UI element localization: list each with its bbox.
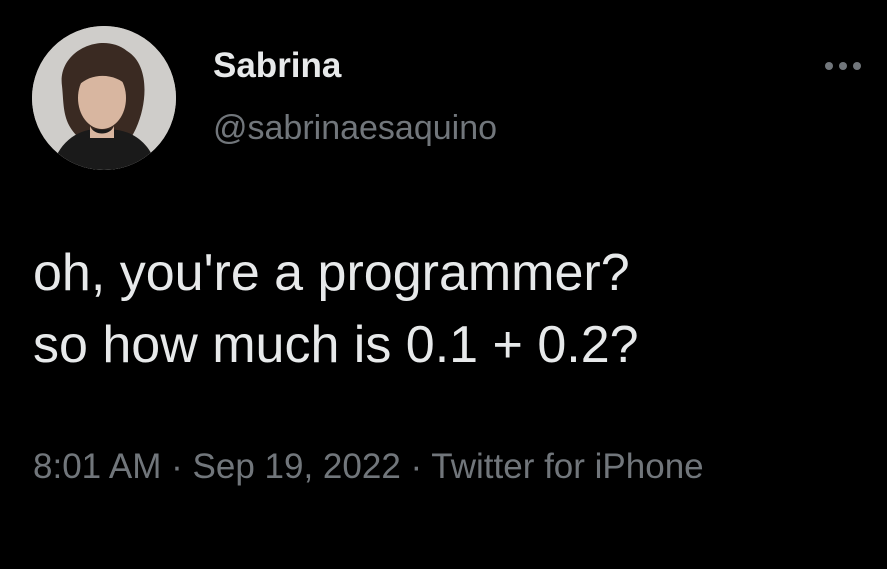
author-handle[interactable]: @sabrinaesaquino — [213, 106, 497, 150]
tweet-text-line: oh, you're a programmer? — [33, 244, 630, 302]
avatar-photo-icon — [32, 26, 176, 170]
tweet-text-line: so how much is 0.1 + 0.2? — [33, 316, 639, 374]
tweet-time[interactable]: 8:01 AM — [33, 447, 161, 486]
user-avatar[interactable] — [32, 26, 176, 170]
author-display-name[interactable]: Sabrina — [213, 44, 341, 88]
tweet-metadata: 8:01 AM · Sep 19, 2022 · Twitter for iPh… — [33, 438, 793, 496]
meta-separator: · — [410, 447, 432, 486]
tweet-source[interactable]: Twitter for iPhone — [431, 447, 703, 486]
more-options-icon — [825, 62, 861, 70]
more-options-button[interactable] — [816, 50, 870, 82]
meta-separator: · — [171, 447, 193, 486]
tweet-card: Sabrina @sabrinaesaquino oh, you're a pr… — [0, 0, 887, 569]
tweet-date[interactable]: Sep 19, 2022 — [193, 447, 401, 486]
tweet-text: oh, you're a programmer? so how much is … — [33, 237, 863, 381]
